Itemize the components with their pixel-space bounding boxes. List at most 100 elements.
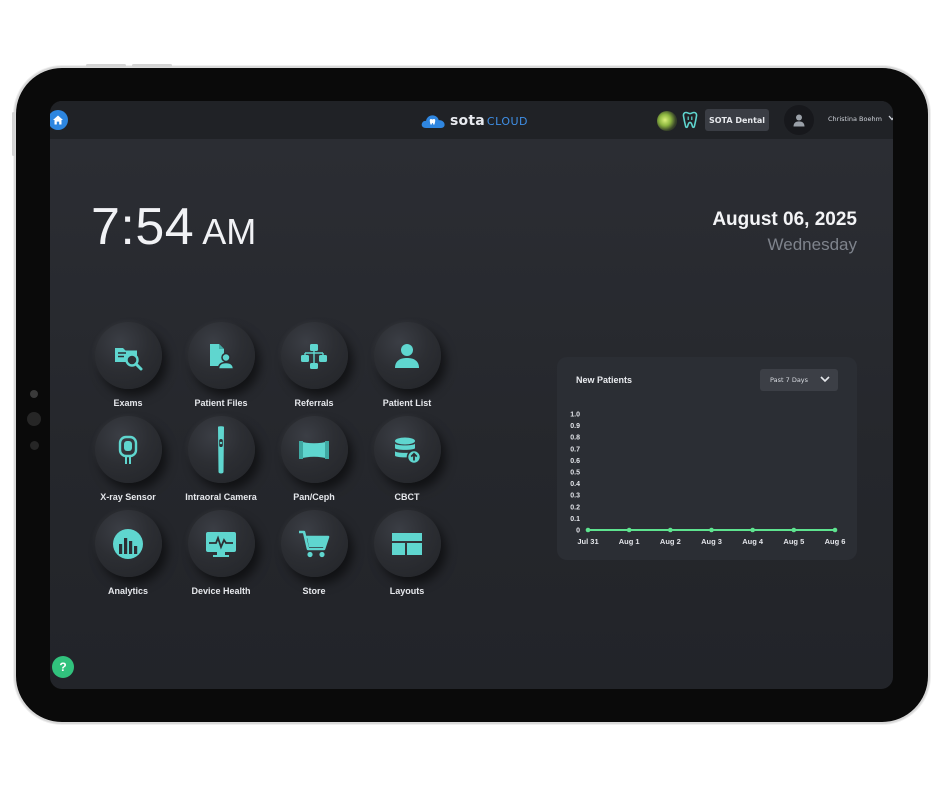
data-point[interactable] bbox=[832, 527, 838, 533]
app-tile-patient-list[interactable]: Patient List bbox=[361, 322, 453, 412]
cbct-icon bbox=[395, 437, 422, 464]
clock-ampm: AM bbox=[202, 211, 257, 252]
store-cart-icon bbox=[299, 530, 330, 557]
app-tile-button[interactable] bbox=[187, 416, 255, 483]
app-tile-cbct[interactable]: CBCT bbox=[361, 416, 453, 506]
data-point[interactable] bbox=[585, 527, 591, 533]
app-tile-label: Store bbox=[302, 586, 326, 596]
app-tile-button[interactable] bbox=[94, 416, 162, 483]
user-name[interactable]: Christina Boehm bbox=[828, 115, 882, 123]
x-tick-label: Aug 2 bbox=[660, 537, 681, 546]
app-tile-patient-files[interactable]: Patient Files bbox=[175, 322, 267, 412]
app-tile-button[interactable] bbox=[187, 510, 255, 577]
new-patients-chart: 0 0.1 0.2 0.3 0.4 0.5 0.6 0.7 0.8 0.9 1.0 Jul 31 Aug… bbox=[570, 412, 846, 547]
app-tile-label: Device Health bbox=[191, 586, 251, 596]
y-tick-label: 0.7 bbox=[570, 446, 580, 453]
data-point[interactable] bbox=[791, 527, 797, 533]
tablet-side-button bbox=[12, 112, 15, 156]
app-tile-button[interactable] bbox=[373, 322, 441, 389]
x-tick-label: Aug 3 bbox=[701, 537, 722, 546]
app-tile-button[interactable] bbox=[280, 510, 348, 577]
data-point[interactable] bbox=[750, 527, 755, 533]
pan-ceph-icon bbox=[299, 440, 329, 459]
date-range-select[interactable]: Past 7 Days bbox=[760, 369, 838, 391]
theme-toggle-icon[interactable] bbox=[657, 111, 677, 131]
app-tile-device-health[interactable]: Device Health bbox=[175, 510, 267, 600]
app-tile-layouts[interactable]: Layouts bbox=[361, 510, 453, 600]
data-point[interactable] bbox=[668, 527, 673, 533]
app-tile-button[interactable] bbox=[280, 416, 348, 483]
cloud-logo-icon bbox=[421, 114, 445, 128]
clock-time: 7:54 bbox=[91, 198, 195, 256]
app-tile-label: Pan/Ceph bbox=[293, 492, 335, 502]
exams-folder-search-icon bbox=[115, 347, 143, 370]
x-tick-label: Aug 5 bbox=[783, 537, 804, 546]
brand-logo: sota CLOUD bbox=[420, 112, 528, 130]
intraoral-camera-icon bbox=[218, 425, 224, 473]
xray-sensor-icon bbox=[118, 435, 138, 464]
app-tile-label: Exams bbox=[113, 398, 143, 408]
x-tick-label: Aug 1 bbox=[619, 537, 640, 546]
app-tile-button[interactable] bbox=[94, 322, 162, 389]
app-tile-intraoral-camera[interactable]: Intraoral Camera bbox=[175, 416, 267, 506]
x-tick-label: Aug 6 bbox=[825, 537, 846, 546]
chevron-down-icon[interactable] bbox=[888, 115, 893, 121]
app-tile-label: X-ray Sensor bbox=[100, 492, 156, 502]
app-tile-label: Layouts bbox=[389, 586, 425, 596]
tooth-icon[interactable] bbox=[682, 111, 698, 129]
referrals-icon bbox=[301, 343, 327, 369]
app-tile-button[interactable] bbox=[94, 510, 162, 577]
app-tile-label: Patient Files bbox=[194, 398, 248, 408]
app-tile-xray-sensor[interactable]: X-ray Sensor bbox=[82, 416, 174, 506]
x-tick-label: Aug 4 bbox=[742, 537, 764, 546]
app-tile-button[interactable] bbox=[373, 416, 441, 483]
app-tile-pan-ceph[interactable]: Pan/Ceph bbox=[268, 416, 360, 506]
layouts-icon bbox=[392, 532, 422, 555]
patient-files-icon bbox=[210, 343, 235, 370]
app-tile-button[interactable] bbox=[187, 322, 255, 389]
analytics-icon bbox=[113, 528, 143, 559]
date-range-value: Past 7 Days bbox=[770, 376, 809, 384]
date-display: August 06, 2025 Wednesday bbox=[712, 209, 857, 255]
chevron-down-icon bbox=[820, 376, 830, 383]
user-avatar[interactable] bbox=[784, 105, 814, 135]
current-weekday: Wednesday bbox=[767, 235, 857, 254]
y-tick-label: 1.0 bbox=[570, 412, 580, 419]
y-tick-label: 0.2 bbox=[570, 504, 580, 511]
app-tile-label: CBCT bbox=[394, 492, 420, 502]
app-tile-button[interactable] bbox=[280, 322, 348, 389]
app-screen: sota CLOUD SOTA Dental Christina Boehm 7… bbox=[50, 101, 893, 689]
y-tick-label: 0.8 bbox=[570, 435, 580, 442]
app-tile-exams[interactable]: Exams bbox=[82, 322, 174, 412]
app-tile-label: Patient List bbox=[382, 398, 432, 408]
brand-suffix: CLOUD bbox=[486, 114, 529, 128]
app-tile-label: Intraoral Camera bbox=[185, 492, 257, 502]
data-point[interactable] bbox=[709, 527, 714, 533]
tablet-top-button bbox=[86, 64, 126, 67]
device-health-icon bbox=[206, 531, 236, 557]
app-tile-label: Referrals bbox=[294, 398, 334, 408]
user-avatar-icon bbox=[793, 114, 805, 127]
home-icon bbox=[53, 115, 63, 125]
patient-list-icon bbox=[395, 343, 419, 368]
app-tile-referrals[interactable]: Referrals bbox=[268, 322, 360, 412]
help-button[interactable]: ? bbox=[52, 656, 74, 678]
x-tick-label: Jul 31 bbox=[577, 537, 598, 546]
y-tick-label: 0 bbox=[576, 528, 580, 535]
tablet-camera bbox=[30, 390, 38, 398]
home-button[interactable] bbox=[50, 110, 68, 130]
top-bar: sota CLOUD SOTA Dental Christina Boehm bbox=[50, 101, 893, 139]
app-tile-button[interactable] bbox=[373, 510, 441, 577]
tablet-top-button bbox=[132, 64, 172, 67]
brand-name: sota bbox=[450, 113, 485, 129]
data-point[interactable] bbox=[626, 527, 632, 533]
y-tick-label: 0.1 bbox=[570, 516, 580, 523]
clock: 7:54 AM bbox=[91, 197, 256, 257]
current-date: August 06, 2025 bbox=[712, 209, 857, 230]
y-tick-label: 0.6 bbox=[570, 458, 580, 465]
app-tile-analytics[interactable]: Analytics bbox=[82, 510, 174, 600]
app-tile-store[interactable]: Store bbox=[268, 510, 360, 600]
practice-button[interactable]: SOTA Dental bbox=[705, 109, 769, 131]
y-tick-label: 0.4 bbox=[570, 481, 580, 488]
y-tick-label: 0.3 bbox=[570, 493, 580, 500]
